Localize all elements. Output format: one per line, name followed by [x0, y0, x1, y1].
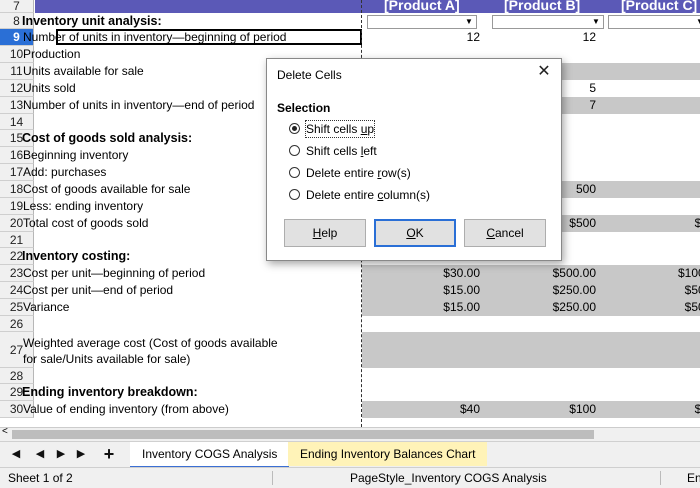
row-label: Ending inventory breakdown: [22, 385, 198, 399]
cell-value[interactable]: $250.00 [490, 299, 596, 316]
last-sheet-icon[interactable]: ▶​ [74, 446, 88, 462]
radio-button[interactable] [289, 123, 300, 134]
cell-value[interactable]: $50. [608, 282, 700, 299]
table-row[interactable]: 7 [Product A] [Product B] [Product C] [0, 0, 700, 13]
cell-value[interactable]: 1 [608, 181, 700, 198]
row-label: Beginning inventory [23, 148, 129, 162]
chevron-down-icon[interactable]: ▼ [463, 17, 475, 27]
row-label: Cost of goods sold analysis: [22, 131, 193, 145]
cell-value[interactable]: $15.00 [362, 282, 480, 299]
row-header[interactable]: 26 [0, 316, 34, 332]
page-style: PageStyle_Inventory COGS Analysis [350, 471, 547, 485]
delete-cells-dialog: Delete Cells ✕ Selection Shift cells up S… [266, 58, 562, 261]
next-sheet-icon[interactable]: ▶ [54, 446, 68, 462]
cell-value[interactable]: 12 [490, 29, 596, 46]
sheet-count: Sheet 1 of 2 [8, 471, 73, 485]
row-header[interactable]: 14 [0, 114, 34, 130]
tab-ending-inventory-balances-chart[interactable]: Ending Inventory Balances Chart [288, 442, 488, 466]
product-header: [Product C] [621, 0, 698, 13]
radio-label: Delete entire column(s) [306, 188, 431, 202]
cell-value[interactable]: $30.00 [362, 265, 480, 282]
scroll-left-arrow-icon[interactable]: < [2, 426, 8, 437]
row-label: Number of units in inventory—end of peri… [23, 98, 255, 112]
row-label: Cost per unit—beginning of period [23, 266, 206, 280]
row-label: Cost per unit—end of period [23, 283, 174, 297]
sheet-tab-bar: ◀​ ◀ ▶ ▶​ + Inventory COGS Analysis Endi… [0, 441, 700, 468]
cell-value[interactable]: $100 [490, 401, 596, 418]
language-indicator: En [687, 471, 700, 485]
product-dropdown[interactable]: ▼ [492, 15, 604, 29]
product-dropdown[interactable]: ▼ [608, 15, 700, 29]
selected-cell[interactable] [56, 29, 362, 45]
radio-button[interactable] [289, 167, 300, 178]
dialog-title: Delete Cells [277, 68, 342, 82]
product-header: [Product A] [384, 0, 460, 13]
radio-label: Shift cells left [306, 144, 377, 158]
horizontal-scrollbar[interactable]: < [0, 426, 700, 442]
radio-label: Shift cells up [304, 120, 376, 138]
scrollbar-thumb[interactable] [12, 430, 594, 439]
table-row[interactable]: 26 [0, 316, 700, 332]
table-row[interactable]: 25Variance$15.00$250.00$50. [0, 299, 700, 316]
row-label: Units sold [23, 81, 76, 95]
table-row[interactable]: 28 [0, 368, 700, 384]
table-row[interactable]: 29 Ending inventory breakdown: [0, 384, 700, 401]
selection-label: Selection [277, 101, 331, 115]
row-label: Value of ending inventory (from above) [23, 402, 229, 416]
product-dropdown[interactable]: ▼ [367, 15, 477, 29]
row-header[interactable]: 28 [0, 368, 34, 384]
table-row[interactable]: 8 Inventory unit analysis: ▼ ▼ ▼ [0, 13, 700, 29]
row-header[interactable]: 21 [0, 232, 34, 248]
cell-value[interactable]: $40 [362, 401, 480, 418]
close-icon[interactable]: ✕ [536, 63, 552, 81]
row-header[interactable]: 7 [0, 0, 34, 13]
radio-label: Delete entire row(s) [306, 166, 411, 180]
cell-value[interactable]: $2 [608, 401, 700, 418]
row-label-line2: for sale/Units available for sale) [23, 352, 191, 366]
cell-value[interactable]: $250.00 [490, 282, 596, 299]
row-label: Inventory costing: [22, 249, 131, 263]
row-label: Add: purchases [23, 165, 107, 179]
cancel-button[interactable]: Cancel [464, 219, 546, 247]
cell-value[interactable]: $100. [608, 265, 700, 282]
row-label: Weighted average cost (Cost of goods ava… [23, 336, 278, 350]
first-sheet-icon[interactable]: ◀​ [9, 446, 23, 462]
row-label: Units available for sale [23, 64, 144, 78]
row-label: Inventory unit analysis: [22, 14, 162, 28]
row-label: Total cost of goods sold [23, 216, 149, 230]
cell-value[interactable]: $50. [608, 299, 700, 316]
row-label: Production [23, 47, 81, 61]
cell-value[interactable]: $500.00 [490, 265, 596, 282]
status-bar: Sheet 1 of 2 PageStyle_Inventory COGS An… [0, 467, 700, 488]
prev-sheet-icon[interactable]: ◀ [33, 446, 47, 462]
chevron-down-icon[interactable]: ▼ [694, 17, 700, 27]
product-header: [Product B] [504, 0, 581, 13]
cell-value[interactable]: $15.00 [362, 299, 480, 316]
row-label: Variance [23, 300, 70, 314]
row-label: Less: ending inventory [23, 199, 144, 213]
table-row[interactable]: 24 Cost per unit—end of period $15.00 $250.… [0, 282, 700, 299]
add-sheet-button[interactable]: + [102, 445, 116, 463]
table-row[interactable]: 23 Cost per unit—beginning of period $30.0… [0, 265, 700, 282]
table-row[interactable]: 27 Weighted average cost (Cost of goods a… [0, 332, 700, 368]
cell-value[interactable]: $1 [608, 215, 700, 232]
help-button[interactable]: Help [284, 219, 366, 247]
table-row[interactable]: 30 Value of ending inventory (from above)… [0, 401, 700, 418]
radio-button[interactable] [289, 145, 300, 156]
row-label: Cost of goods available for sale [23, 182, 191, 196]
table-row[interactable]: 9 Number of units in inventory—beginning … [0, 29, 700, 46]
radio-button[interactable] [289, 189, 300, 200]
ok-button[interactable]: OK [374, 219, 456, 247]
chevron-down-icon[interactable]: ▼ [590, 17, 602, 27]
cell-value[interactable]: 12 [362, 29, 480, 46]
tab-inventory-cogs-analysis[interactable]: Inventory COGS Analysis [130, 442, 290, 468]
